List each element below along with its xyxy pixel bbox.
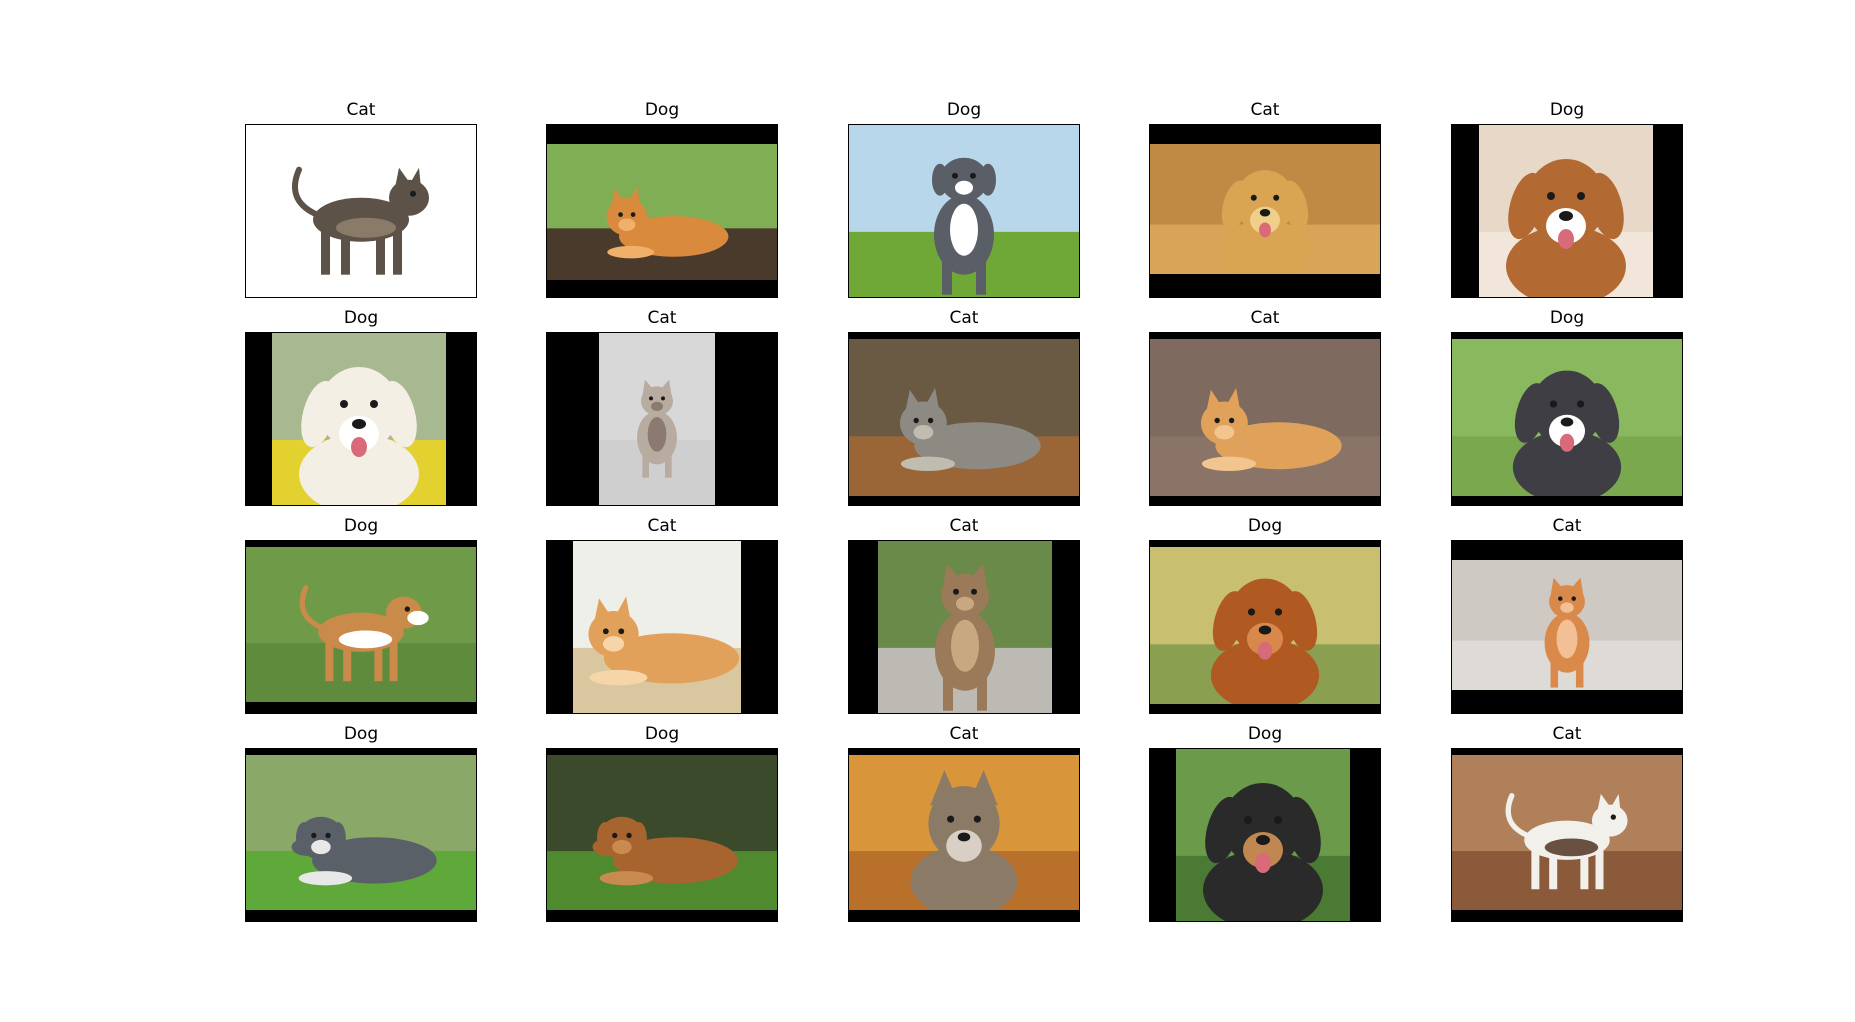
image-cell: Cat	[848, 515, 1080, 715]
image-cell: Dog	[245, 307, 477, 507]
image-label: Dog	[343, 308, 379, 328]
dog-photo	[1150, 547, 1380, 704]
image-label: Cat	[949, 308, 979, 328]
cat-photo	[246, 125, 476, 297]
image-label: Cat	[1250, 100, 1280, 120]
cat-photo	[878, 541, 1052, 713]
image-label: Dog	[343, 724, 379, 744]
dog-photo	[1176, 749, 1350, 921]
image-label: Cat	[949, 516, 979, 536]
image-cell: Cat	[546, 307, 778, 507]
image-frame	[848, 748, 1080, 922]
image-cell: Cat	[1451, 515, 1683, 715]
image-cell: Dog	[245, 723, 477, 923]
image-frame	[546, 124, 778, 298]
image-frame	[1149, 332, 1381, 506]
image-frame	[848, 332, 1080, 506]
image-cell: Cat	[1149, 99, 1381, 299]
dog-photo	[246, 547, 476, 702]
image-frame	[1149, 748, 1381, 922]
image-cell: Dog	[245, 515, 477, 715]
cat-photo	[849, 755, 1079, 910]
cat-photo	[547, 144, 777, 280]
image-cell: Cat	[848, 723, 1080, 923]
dog-photo	[1150, 144, 1380, 274]
cat-photo	[849, 339, 1079, 496]
cat-photo	[1452, 560, 1682, 690]
dog-photo	[272, 333, 446, 505]
image-frame	[245, 124, 477, 298]
image-cell: Dog	[848, 99, 1080, 299]
cat-figure	[935, 563, 995, 711]
image-frame	[1451, 748, 1683, 922]
cat-figure	[637, 379, 677, 478]
image-frame	[546, 332, 778, 506]
image-cell: Dog	[546, 99, 778, 299]
image-frame	[245, 332, 477, 506]
cat-figure	[1544, 577, 1590, 688]
image-frame	[1451, 540, 1683, 714]
image-cell: Cat	[245, 99, 477, 299]
image-label: Dog	[644, 100, 680, 120]
image-label: Dog	[1549, 100, 1585, 120]
dog-photo	[849, 125, 1079, 297]
dog-photo	[1452, 339, 1682, 496]
image-cell: Dog	[1451, 99, 1683, 299]
image-label: Cat	[1552, 516, 1582, 536]
image-label: Dog	[644, 724, 680, 744]
image-frame	[546, 540, 778, 714]
cat-photo	[1150, 339, 1380, 496]
cat-photo	[1452, 755, 1682, 910]
image-label: Dog	[1247, 516, 1283, 536]
image-frame	[1451, 332, 1683, 506]
image-cell: Dog	[1451, 307, 1683, 507]
image-frame	[245, 540, 477, 714]
image-label: Dog	[343, 516, 379, 536]
image-grid-figure: Cat Dog Dog Cat Dog Dog Cat Cat Cat Dog Dog Cat Cat D…	[0, 0, 1855, 1022]
image-cell: Dog	[1149, 723, 1381, 923]
image-frame	[546, 748, 778, 922]
image-label: Cat	[1250, 308, 1280, 328]
image-cell: Cat	[1451, 723, 1683, 923]
image-cell: Cat	[1149, 307, 1381, 507]
image-label: Cat	[1552, 724, 1582, 744]
image-label: Dog	[1247, 724, 1283, 744]
image-label: Dog	[946, 100, 982, 120]
image-frame	[848, 540, 1080, 714]
image-label: Dog	[1549, 308, 1585, 328]
image-frame	[848, 124, 1080, 298]
image-cell: Dog	[546, 723, 778, 923]
image-cell: Dog	[1149, 515, 1381, 715]
image-cell: Cat	[848, 307, 1080, 507]
image-frame	[1451, 124, 1683, 298]
cat-photo	[599, 333, 715, 505]
image-cell: Cat	[546, 515, 778, 715]
dog-photo	[1479, 125, 1653, 297]
image-frame	[245, 748, 477, 922]
image-label: Cat	[647, 516, 677, 536]
image-label: Cat	[949, 724, 979, 744]
image-frame	[1149, 540, 1381, 714]
dog-photo	[547, 755, 777, 910]
image-label: Cat	[647, 308, 677, 328]
cat-photo	[573, 541, 741, 713]
image-label: Cat	[346, 100, 376, 120]
dog-photo	[246, 755, 476, 910]
image-frame	[1149, 124, 1381, 298]
